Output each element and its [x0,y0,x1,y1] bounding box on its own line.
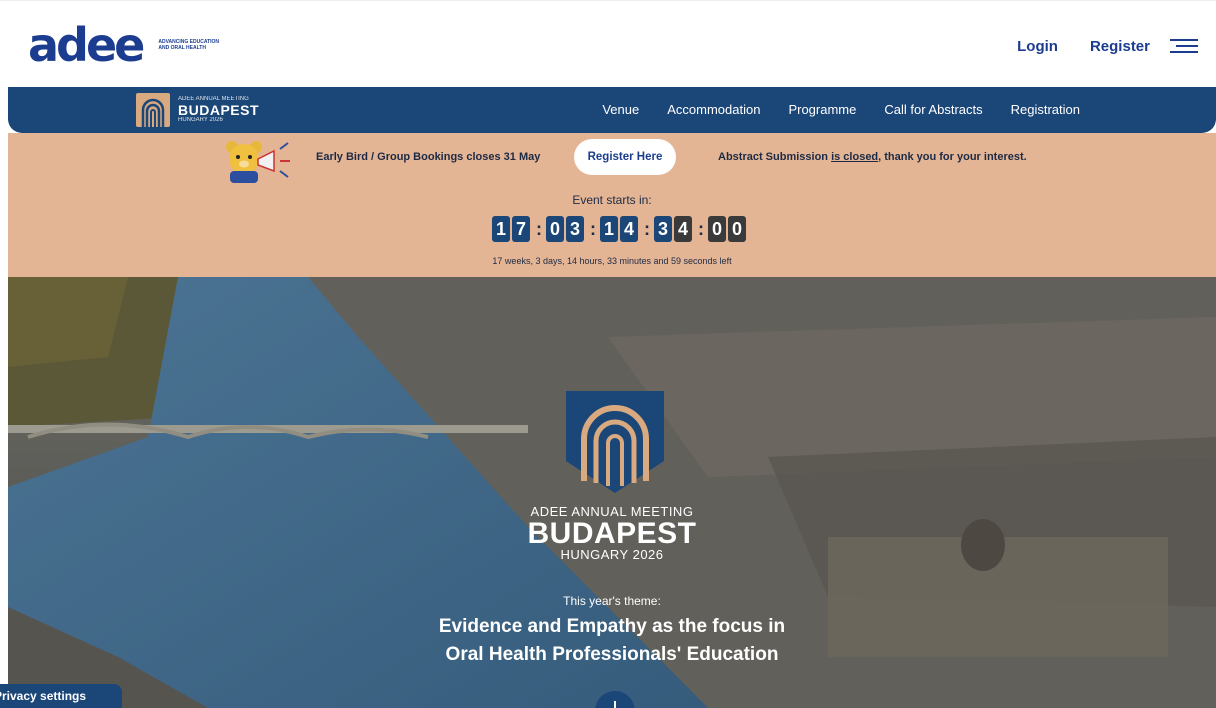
header-links: Login Register [1017,37,1198,55]
abstract-post: , thank you for your interest. [878,151,1027,163]
privacy-settings-button[interactable]: Privacy settings [0,684,122,708]
adee-logo[interactable]: adee ADVANCING EDUCATION AND ORAL HEALTH [28,18,228,72]
brand-small: ADEE ANNUAL MEETING [178,96,249,102]
nav-item-accommodation[interactable]: Accommodation [667,102,760,117]
nav-item-programme[interactable]: Programme [788,102,856,117]
register-here-button[interactable]: Register Here [574,139,676,175]
register-link[interactable]: Register [1090,38,1150,55]
nav-brand[interactable]: ADEE ANNUAL MEETING BUDAPEST HUNGARY 202… [136,93,259,127]
nav-brand-text: ADEE ANNUAL MEETING BUDAPEST HUNGARY 202… [178,96,259,124]
countdown-digit: 0 [728,216,746,242]
theme-text: Evidence and Empathy as the focus in Ora… [8,613,1216,669]
countdown-digit: 3 [566,216,584,242]
hero-section: ADEE ANNUAL MEETING BUDAPEST HUNGARY 202… [8,277,1216,708]
bear-megaphone-icon [218,137,298,183]
countdown-digit: 1 [600,216,618,242]
announcement-banner: Early Bird / Group Bookings closes 31 Ma… [8,133,1216,277]
arch-emblem-icon [566,391,664,493]
brand-sub: HUNGARY 2026 [178,117,223,123]
nav-item-call-for-abstracts[interactable]: Call for Abstracts [884,102,982,117]
countdown-digit: 3 [654,216,672,242]
main-navbar: ADEE ANNUAL MEETING BUDAPEST HUNGARY 202… [8,87,1216,133]
time-left-text: 17 weeks, 3 days, 14 hours, 33 minutes a… [492,256,732,266]
countdown-separator: : [590,218,596,239]
brand-big: BUDAPEST [178,102,260,118]
logo-tagline: ADVANCING EDUCATION AND ORAL HEALTH [158,39,220,51]
site-header: adee ADVANCING EDUCATION AND ORAL HEALTH… [0,0,1216,88]
nav-menu: Venue Accommodation Programme Call for A… [574,102,1080,117]
event-starts-label: Event starts in: [572,193,652,207]
nav-item-registration[interactable]: Registration [1011,102,1080,117]
nav-item-venue[interactable]: Venue [602,102,639,117]
login-link[interactable]: Login [1017,38,1058,55]
countdown-separator: : [698,218,704,239]
theme-label: This year's theme: [563,594,661,608]
early-bird-text: Early Bird / Group Bookings closes 31 Ma… [316,151,541,163]
countdown-timer: 1 7 : 0 3 : 1 4 : 3 4 : 0 0 [492,216,748,242]
scroll-down-icon[interactable] [595,691,635,708]
countdown-digit: 4 [674,216,692,242]
theme-line-1: Evidence and Empathy as the focus in [438,616,786,637]
countdown-digit: 4 [620,216,638,242]
hamburger-icon[interactable] [1170,37,1198,55]
abstract-notice: Abstract Submission is closed, thank you… [718,151,1027,163]
abstract-closed-link[interactable]: is closed [831,151,878,163]
hero-title-sub: HUNGARY 2026 [560,547,664,562]
countdown-digit: 1 [492,216,510,242]
countdown-separator: : [644,218,650,239]
countdown-digit: 7 [512,216,530,242]
abstract-pre: Abstract Submission [718,151,832,163]
countdown-digit: 0 [708,216,726,242]
hero-title-big: BUDAPEST [527,517,697,550]
countdown-digit: 0 [546,216,564,242]
countdown-separator: : [536,218,542,239]
arch-emblem-icon [136,93,170,127]
theme-line-2: Oral Health Professionals' Education [445,644,779,665]
logo-wordmark: adee [28,18,145,72]
